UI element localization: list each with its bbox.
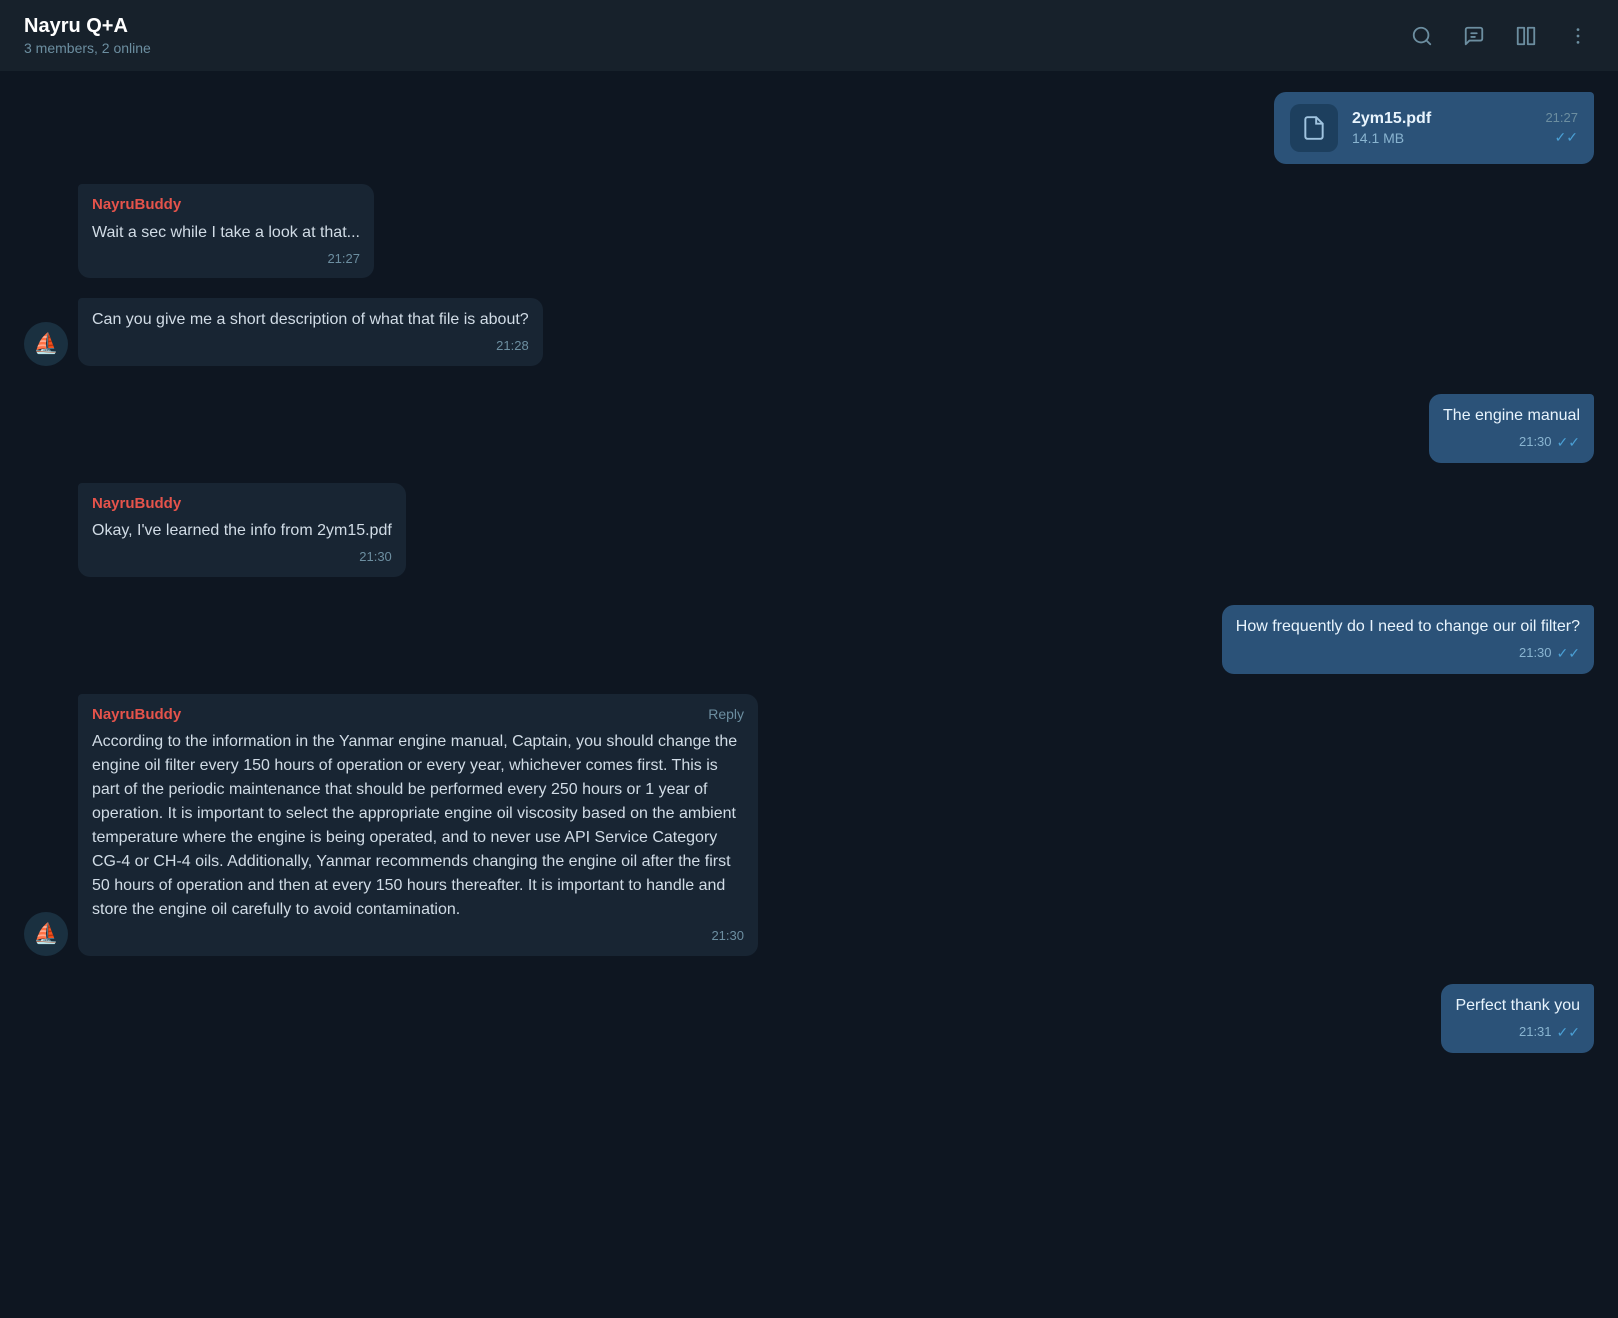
file-name: 2ym15.pdf [1352, 110, 1531, 128]
message-row: Perfect thank you 21:31 ✓✓ [24, 984, 1594, 1053]
message-row: The engine manual 21:30 ✓✓ [24, 394, 1594, 463]
message-text: Okay, I've learned the info from 2ym15.p… [92, 519, 392, 543]
reply-button[interactable]: Reply [708, 704, 744, 725]
avatar: ⛵ [24, 322, 68, 366]
message-text: Wait a sec while I take a look at that..… [92, 221, 360, 245]
outgoing-bubble: Perfect thank you 21:31 ✓✓ [1441, 984, 1594, 1053]
sender-name: NayruBuddy [92, 493, 392, 516]
read-receipt-icon: ✓✓ [1555, 129, 1578, 146]
message-row: NayruBuddy Wait a sec while I take a loo… [24, 184, 1594, 278]
incoming-bubble: Can you give me a short description of w… [78, 298, 543, 366]
header-info: Nayru Q+A 3 members, 2 online [24, 15, 151, 56]
avatar: ⛵ [24, 912, 68, 956]
message-time: 21:30 [1519, 643, 1552, 663]
message-time: 21:28 [496, 336, 529, 356]
file-size: 14.1 MB [1352, 130, 1531, 146]
incoming-bubble: NayruBuddy Okay, I've learned the info f… [78, 483, 406, 577]
message-row: ⛵ Can you give me a short description of… [24, 298, 1594, 366]
chat-title: Nayru Q+A [24, 15, 151, 38]
message-row: 2ym15.pdf 14.1 MB 21:27 ✓✓ [24, 92, 1594, 164]
message-time: 21:27 [327, 249, 360, 269]
message-text: The engine manual [1443, 404, 1580, 428]
file-icon [1290, 104, 1338, 152]
broadcast-icon[interactable] [1458, 20, 1490, 52]
message-time: 21:30 [1519, 432, 1552, 452]
columns-icon[interactable] [1510, 20, 1542, 52]
message-time: 21:27 [1545, 110, 1578, 125]
more-icon[interactable] [1562, 20, 1594, 52]
message-time: 21:30 [711, 926, 744, 946]
outgoing-bubble: The engine manual 21:30 ✓✓ [1429, 394, 1594, 463]
chat-messages: 2ym15.pdf 14.1 MB 21:27 ✓✓ NayruBuddy Wa… [0, 72, 1618, 1318]
header-actions [1406, 20, 1594, 52]
message-text: How frequently do I need to change our o… [1236, 615, 1580, 639]
read-receipt-icon: ✓✓ [1557, 432, 1580, 453]
message-row: NayruBuddy Okay, I've learned the info f… [24, 483, 1594, 577]
sender-name: NayruBuddy [92, 704, 181, 727]
chat-header: Nayru Q+A 3 members, 2 online [0, 0, 1618, 72]
chat-subtitle: 3 members, 2 online [24, 40, 151, 56]
outgoing-bubble: How frequently do I need to change our o… [1222, 605, 1594, 674]
message-time: 21:31 [1519, 1022, 1552, 1042]
message-row: How frequently do I need to change our o… [24, 605, 1594, 674]
incoming-bubble: NayruBuddy Reply According to the inform… [78, 694, 758, 956]
message-row: ⛵ NayruBuddy Reply According to the info… [24, 694, 1594, 956]
message-time: 21:30 [359, 547, 392, 567]
message-text: Can you give me a short description of w… [92, 308, 529, 332]
message-text: Perfect thank you [1455, 994, 1580, 1018]
file-message-bubble: 2ym15.pdf 14.1 MB 21:27 ✓✓ [1274, 92, 1594, 164]
message-text: According to the information in the Yanm… [92, 730, 744, 922]
search-icon[interactable] [1406, 20, 1438, 52]
read-receipt-icon: ✓✓ [1557, 1022, 1580, 1043]
incoming-bubble: NayruBuddy Wait a sec while I take a loo… [78, 184, 374, 278]
sender-name: NayruBuddy [92, 194, 360, 217]
read-receipt-icon: ✓✓ [1557, 643, 1580, 664]
